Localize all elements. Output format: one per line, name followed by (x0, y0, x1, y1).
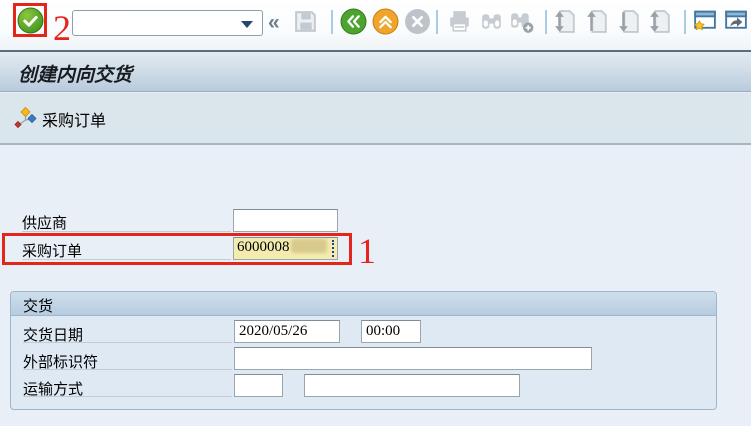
transport-description-input[interactable] (304, 374, 520, 397)
command-dropdown-icon[interactable] (241, 21, 253, 28)
last-page-icon (647, 8, 674, 35)
annotation-box-2 (13, 3, 47, 37)
last-page-button[interactable] (647, 8, 674, 35)
toolbar-separator (331, 10, 333, 34)
sap-window: 2 « (0, 0, 751, 426)
annotation-box-1 (2, 233, 352, 265)
purchase-order-button[interactable]: 采购订单 (8, 104, 110, 134)
first-page-icon (552, 8, 579, 35)
diamond-cluster-icon (12, 106, 39, 132)
new-session-icon (691, 7, 718, 34)
first-page-button[interactable] (552, 8, 579, 35)
create-shortcut-button[interactable] (722, 7, 749, 34)
annotation-label-2: 2 (53, 11, 71, 45)
delivery-group-header: 交货 (11, 292, 716, 316)
find-icon (478, 8, 505, 35)
save-icon (292, 8, 319, 35)
find-button[interactable] (478, 8, 505, 35)
vendor-label: 供应商 (22, 212, 67, 233)
command-input[interactable] (76, 12, 240, 36)
label-underline (23, 396, 232, 397)
create-shortcut-icon (722, 7, 749, 34)
toolbar-separator (436, 10, 438, 34)
exit-icon (372, 8, 399, 35)
print-button[interactable] (446, 8, 473, 35)
cancel-button[interactable] (404, 8, 431, 35)
annotation-label-1: 1 (358, 234, 376, 268)
label-underline (22, 231, 231, 232)
external-id-input[interactable] (234, 347, 592, 370)
delivery-group-title: 交货 (23, 295, 53, 316)
toolbar-separator (545, 10, 547, 34)
previous-page-button[interactable] (584, 8, 611, 35)
delivery-time-input[interactable] (361, 320, 421, 343)
label-underline (23, 369, 232, 370)
collapse-command-icon[interactable]: « (268, 8, 280, 38)
back-button[interactable] (340, 8, 367, 35)
find-next-button[interactable] (508, 8, 535, 35)
back-icon (340, 8, 367, 35)
print-icon (446, 8, 473, 35)
system-toolbar: 2 « (0, 0, 751, 51)
exit-button[interactable] (372, 8, 399, 35)
page-title: 创建内向交货 (18, 60, 132, 87)
save-button[interactable] (292, 8, 319, 35)
vendor-input[interactable] (233, 209, 338, 232)
cancel-icon (404, 8, 431, 35)
application-toolbar: 采购订单 (0, 93, 751, 145)
command-field[interactable] (72, 10, 263, 36)
next-page-button[interactable] (616, 8, 643, 35)
previous-page-icon (584, 8, 611, 35)
delivery-group: 交货 交货日期 外部标识符 运输方式 (10, 291, 717, 410)
purchase-order-button-label: 采购订单 (42, 107, 106, 131)
new-session-button[interactable] (691, 7, 718, 34)
next-page-icon (616, 8, 643, 35)
label-underline (23, 342, 232, 343)
find-next-icon (508, 8, 535, 35)
toolbar-separator (684, 10, 686, 34)
delivery-date-input[interactable] (234, 320, 340, 343)
transport-code-input[interactable] (234, 374, 283, 397)
title-bar: 创建内向交货 (0, 50, 751, 92)
